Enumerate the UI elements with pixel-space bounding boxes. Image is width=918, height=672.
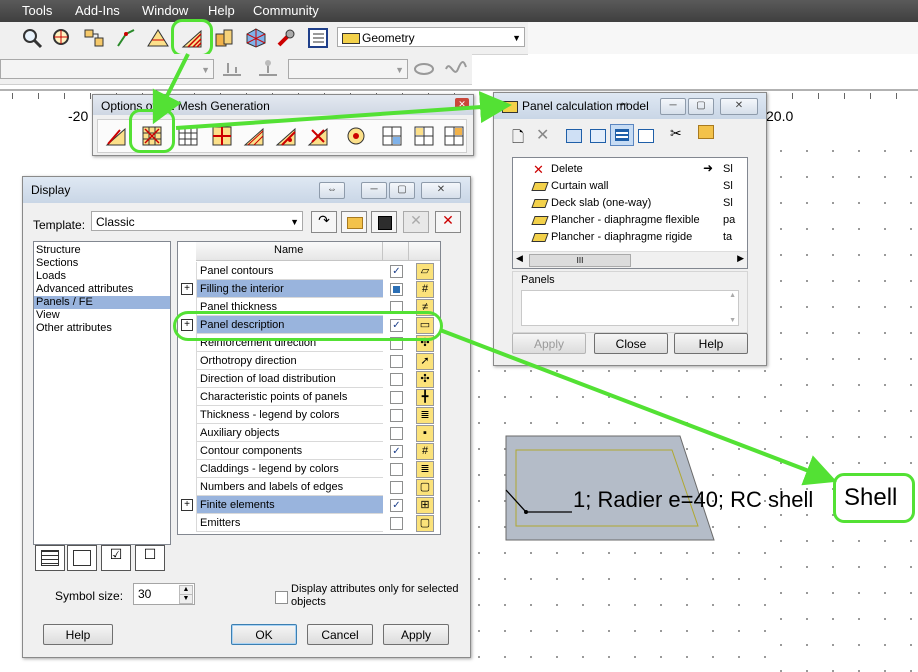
- annotation-arrows: [152, 53, 837, 486]
